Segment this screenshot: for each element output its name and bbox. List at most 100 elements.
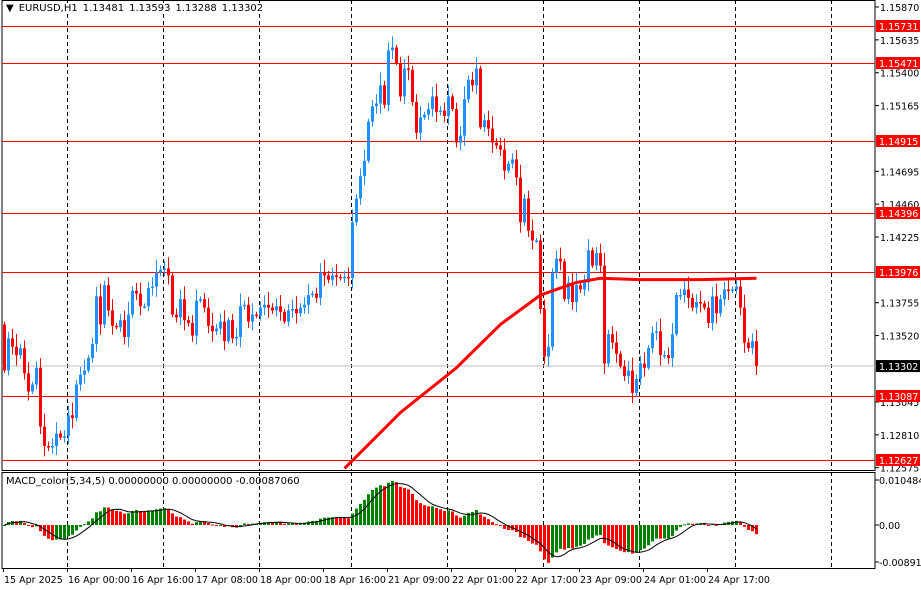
bearish-candle bbox=[667, 355, 670, 358]
bearish-candle bbox=[283, 311, 286, 322]
macd-histogram-bar bbox=[323, 517, 326, 525]
bullish-candle bbox=[731, 289, 734, 291]
bearish-candle bbox=[527, 198, 530, 231]
macd-histogram-bar bbox=[171, 513, 174, 525]
triangle-down-icon[interactable]: ▼ bbox=[6, 3, 14, 14]
bearish-candle bbox=[611, 334, 614, 343]
macd-histogram-bar bbox=[403, 487, 406, 525]
macd-histogram-bar bbox=[215, 525, 218, 526]
price-tick-label: 1.15165 bbox=[880, 102, 919, 113]
bearish-candle bbox=[271, 307, 274, 311]
bullish-candle bbox=[635, 378, 638, 393]
bearish-candle bbox=[59, 433, 62, 438]
macd-histogram-bar bbox=[119, 511, 122, 525]
macd-histogram-bar bbox=[51, 525, 54, 541]
bearish-candle bbox=[347, 276, 350, 279]
macd-histogram-bar bbox=[59, 525, 62, 540]
macd-histogram-bar bbox=[27, 525, 30, 526]
bullish-candle bbox=[287, 310, 290, 322]
macd-histogram-bar bbox=[747, 525, 750, 530]
bearish-candle bbox=[727, 289, 730, 291]
macd-histogram-bar bbox=[735, 520, 738, 525]
bullish-candle bbox=[55, 433, 58, 447]
bullish-candle bbox=[131, 290, 134, 315]
bullish-candle bbox=[159, 269, 162, 273]
bearish-candle bbox=[599, 253, 602, 266]
bullish-candle bbox=[379, 85, 382, 104]
bullish-candle bbox=[719, 299, 722, 314]
bullish-candle bbox=[343, 276, 346, 279]
time-axis-label: 24 Apr 17:00 bbox=[708, 575, 770, 586]
bullish-candle bbox=[423, 114, 426, 118]
bearish-candle bbox=[3, 324, 6, 371]
bearish-candle bbox=[643, 363, 646, 368]
bullish-candle bbox=[547, 346, 550, 357]
bearish-candle bbox=[491, 128, 494, 143]
macd-histogram-bar bbox=[67, 525, 70, 537]
symbol-label: EURUSD,H1 bbox=[18, 3, 78, 14]
bearish-candle bbox=[563, 261, 566, 300]
bullish-candle bbox=[219, 321, 222, 329]
bullish-candle bbox=[331, 275, 334, 280]
time-axis-label: 18 Apr 16:00 bbox=[324, 575, 386, 586]
bullish-candle bbox=[95, 296, 98, 344]
bearish-candle bbox=[519, 177, 522, 223]
close-value: 1.13302 bbox=[221, 3, 264, 14]
bullish-candle bbox=[459, 135, 462, 143]
bullish-candle bbox=[463, 99, 466, 136]
moving-average-line bbox=[343, 276, 757, 470]
bearish-candle bbox=[411, 69, 414, 103]
price-tick-label: 1.14225 bbox=[880, 233, 919, 244]
bullish-candle bbox=[19, 348, 22, 356]
bullish-candle bbox=[655, 331, 658, 333]
bullish-candle bbox=[467, 79, 470, 100]
macd-histogram-bar bbox=[447, 510, 450, 525]
bearish-candle bbox=[407, 68, 410, 71]
macd-histogram-bar bbox=[87, 521, 90, 525]
macd-histogram-bar bbox=[755, 525, 758, 535]
bearish-candle bbox=[603, 265, 606, 364]
macd-histogram-bar bbox=[283, 523, 286, 525]
bullish-candle bbox=[535, 240, 538, 242]
bullish-candle bbox=[243, 304, 246, 307]
macd-histogram-bar bbox=[139, 511, 142, 525]
level-price-label: 1.15731 bbox=[879, 22, 918, 33]
bearish-candle bbox=[187, 320, 190, 323]
bullish-candle bbox=[91, 343, 94, 358]
macd-histogram-bar bbox=[167, 509, 170, 525]
macd-histogram-bar bbox=[239, 525, 242, 526]
price-tick-label: 1.12810 bbox=[880, 431, 919, 442]
bullish-candle bbox=[147, 288, 150, 307]
macd-histogram-bar bbox=[451, 511, 454, 525]
macd-histogram-bar bbox=[627, 525, 630, 553]
macd-histogram-bar bbox=[635, 525, 638, 553]
macd-histogram-bar bbox=[79, 525, 82, 527]
macd-axis-label: 0.0104847 bbox=[879, 476, 921, 487]
bullish-candle bbox=[507, 163, 510, 171]
macd-histogram-bar bbox=[531, 525, 534, 544]
bearish-candle bbox=[115, 325, 118, 328]
bullish-candle bbox=[103, 285, 106, 325]
bullish-candle bbox=[275, 306, 278, 311]
macd-histogram-bar bbox=[399, 486, 402, 525]
macd-histogram-bar bbox=[555, 525, 558, 553]
chart-title: ▼ EURUSD,H1 1.13481 1.13593 1.13288 1.13302 bbox=[6, 3, 269, 14]
bearish-candle bbox=[451, 96, 454, 110]
chart-canvas[interactable]: 1.158701.156351.154001.151651.146951.144… bbox=[0, 0, 921, 590]
macd-histogram-bar bbox=[391, 481, 394, 525]
bearish-candle bbox=[267, 304, 270, 308]
macd-histogram-bar bbox=[435, 508, 438, 525]
bearish-candle bbox=[123, 320, 126, 337]
macd-histogram-bar bbox=[491, 522, 494, 525]
macd-histogram-bar bbox=[687, 523, 690, 525]
bearish-candle bbox=[659, 331, 662, 356]
bearish-candle bbox=[315, 293, 318, 298]
bearish-candle bbox=[579, 285, 582, 290]
time-axis-label: 21 Apr 09:00 bbox=[388, 575, 450, 586]
bullish-candle bbox=[419, 117, 422, 133]
macd-histogram-bar bbox=[679, 525, 682, 528]
price-tick-label: 1.15635 bbox=[880, 36, 919, 47]
macd-histogram-bar bbox=[343, 517, 346, 525]
macd-histogram-bar bbox=[499, 525, 502, 526]
bearish-candle bbox=[191, 322, 194, 336]
